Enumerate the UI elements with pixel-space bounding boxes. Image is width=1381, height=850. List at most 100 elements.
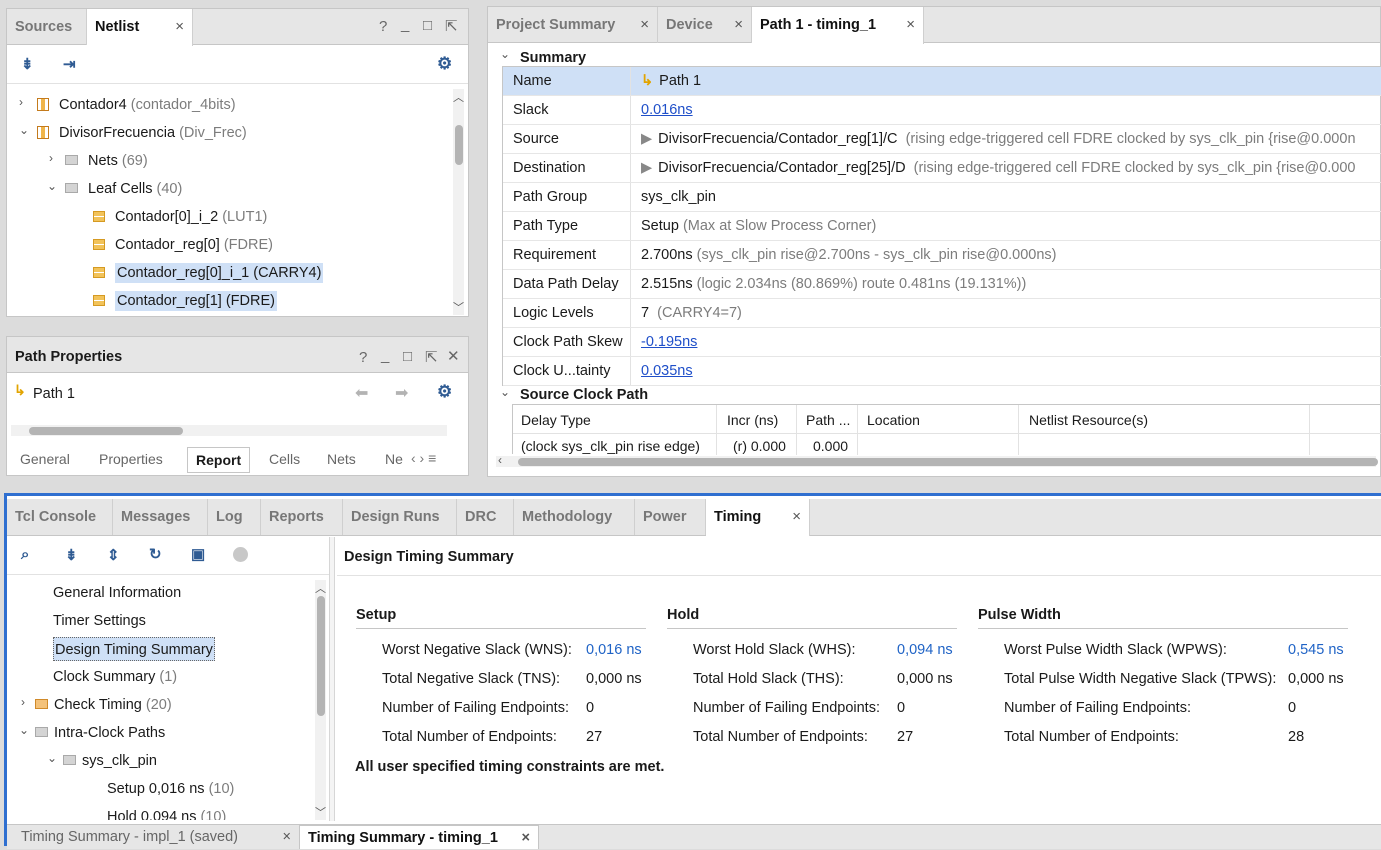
tab-timing-summary-impl[interactable]: Timing Summary - impl_1 (saved) × — [7, 825, 299, 849]
tree-item-leaf-cells[interactable]: Leaf Cells (40) — [65, 177, 182, 201]
summary-row-path-type[interactable]: Path Type Setup (Max at Slow Process Corn… — [503, 212, 1381, 241]
tree-item-check-timing[interactable]: Check Timing (20) — [35, 693, 172, 717]
tab-project-summary[interactable]: Project Summary × — [488, 7, 658, 43]
chevron-down-icon[interactable]: ﹀ — [453, 299, 464, 315]
float-icon[interactable]: ⇱ — [445, 17, 458, 35]
chevron-right-icon[interactable]: › — [19, 95, 23, 109]
chevron-down-icon[interactable]: ⌄ — [500, 385, 510, 399]
chevron-right-icon[interactable]: › — [21, 695, 25, 709]
gear-icon[interactable]: ⚙ — [437, 382, 452, 402]
tab-device[interactable]: Device × — [658, 7, 752, 43]
tree-item-setup[interactable]: Setup 0,016 ns (10) — [107, 777, 234, 801]
col-path[interactable]: Path ... — [806, 412, 850, 428]
summary-row-slack[interactable]: Slack 0.016ns — [503, 96, 1381, 125]
refresh-icon[interactable]: ↻ — [149, 545, 162, 563]
scroll-thumb[interactable] — [317, 596, 325, 716]
col-delay-type[interactable]: Delay Type — [521, 412, 591, 428]
chevron-down-icon[interactable]: ⌄ — [500, 47, 510, 61]
summary-row-name[interactable]: Name ↳ Path 1 — [503, 67, 1381, 96]
search-icon[interactable]: ⌕ — [21, 546, 29, 563]
tree-item-cell-selected[interactable]: Contador_reg[0]_i_1 (CARRY4) — [93, 261, 324, 285]
path-properties-hscroll[interactable] — [11, 425, 447, 436]
scroll-thumb[interactable] — [455, 125, 463, 165]
tab-design-runs[interactable]: Design Runs — [343, 499, 457, 535]
close-icon[interactable]: × — [906, 7, 915, 43]
setup-wns-value[interactable]: 0,016 ns — [586, 642, 642, 658]
close-icon[interactable]: × — [175, 9, 184, 45]
tab-cells[interactable]: Cells — [269, 451, 300, 467]
chevron-down-icon[interactable]: ⌄ — [19, 123, 29, 137]
col-incr[interactable]: Incr (ns) — [727, 412, 778, 428]
close-icon[interactable]: × — [640, 7, 649, 43]
tab-netlist-truncated[interactable]: Ne — [385, 451, 403, 467]
chevron-up-icon[interactable]: ︿ — [315, 580, 326, 596]
back-arrow-icon[interactable]: ⬅ — [355, 383, 368, 403]
table-row[interactable]: (clock sys_clk_pin rise edge) (r) 0.000 … — [513, 434, 1381, 454]
tab-timing-summary-timing1[interactable]: Timing Summary - timing_1 × — [299, 825, 539, 849]
summary-row-clock-uncertainty[interactable]: Clock U...tainty 0.035ns — [503, 357, 1381, 386]
tab-scroll-arrows[interactable]: ‹ › ≡ — [411, 450, 436, 466]
tab-general[interactable]: General — [20, 451, 70, 467]
summary-row-destination[interactable]: Destination ▶ DivisorFrecuencia/Contador_r… — [503, 154, 1381, 183]
minimize-icon[interactable]: _ — [401, 16, 409, 33]
close-icon[interactable]: × — [792, 499, 801, 535]
clock-uncertainty-link[interactable]: 0.035ns — [641, 357, 693, 385]
tree-item-intra-clock-paths[interactable]: Intra-Clock Paths — [35, 721, 165, 745]
help-icon[interactable]: ? — [359, 349, 367, 366]
tab-timing[interactable]: Timing × — [706, 499, 810, 536]
summary-row-clock-path-skew[interactable]: Clock Path Skew -0.195ns — [503, 328, 1381, 357]
tab-power[interactable]: Power — [635, 499, 706, 535]
tree-item-cell[interactable]: Contador[0]_i_2 (LUT1) — [93, 205, 267, 229]
tab-properties[interactable]: Properties — [99, 451, 163, 467]
tab-drc[interactable]: DRC — [457, 499, 514, 535]
close-icon[interactable]: × — [283, 825, 291, 849]
maximize-icon[interactable]: □ — [423, 17, 432, 34]
tree-item-sys-clk-pin[interactable]: sys_clk_pin — [63, 749, 157, 773]
help-icon[interactable]: ? — [379, 18, 387, 35]
summary-row-path-group[interactable]: Path Group sys_clk_pin — [503, 183, 1381, 212]
slack-link[interactable]: 0.016ns — [641, 96, 693, 124]
summary-row-data-path-delay[interactable]: Data Path Delay 2.515ns (logic 2.034ns (8… — [503, 270, 1381, 299]
tab-nets[interactable]: Nets — [327, 451, 356, 467]
chevron-down-icon[interactable]: ﹀ — [315, 804, 326, 820]
gear-icon[interactable]: ⚙ — [437, 54, 452, 74]
tree-item-cell[interactable]: Contador_reg[0] (FDRE) — [93, 233, 273, 257]
tab-reports[interactable]: Reports — [261, 499, 343, 535]
close-icon[interactable]: × — [522, 826, 530, 850]
tree-item-timer-settings[interactable]: Timer Settings — [53, 609, 146, 633]
chevron-left-icon[interactable]: ‹ — [498, 453, 502, 467]
clock-skew-link[interactable]: -0.195ns — [641, 328, 697, 356]
tab-report[interactable]: Report — [187, 447, 251, 473]
tab-netlist[interactable]: Netlist × — [87, 9, 193, 46]
close-icon[interactable]: × — [734, 7, 743, 43]
scroll-thumb[interactable] — [29, 427, 183, 435]
expand-icon[interactable]: ⇥ — [63, 55, 76, 73]
summary-row-logic-levels[interactable]: Logic Levels 7 (CARRY4=7) — [503, 299, 1381, 328]
tab-methodology[interactable]: Methodology — [514, 499, 635, 535]
col-netlist-resource[interactable]: Netlist Resource(s) — [1029, 412, 1148, 428]
chevron-down-icon[interactable]: ⌄ — [47, 751, 57, 765]
pulse-wpws-value[interactable]: 0,545 ns — [1288, 642, 1344, 658]
netlist-scrollbar[interactable]: ︿ ﹀ — [453, 89, 464, 315]
tree-item-nets[interactable]: Nets (69) — [65, 149, 148, 173]
tree-item-contador4[interactable]: Contador4 (contador_4bits) — [37, 93, 236, 117]
timing-tree-scrollbar[interactable]: ︿ ﹀ — [315, 580, 326, 820]
chevron-up-icon[interactable]: ︿ — [453, 89, 464, 105]
tree-item-hold[interactable]: Hold 0,094 ns (10) — [107, 805, 226, 820]
tab-tcl-console[interactable]: Tcl Console — [7, 499, 113, 535]
record-icon[interactable] — [233, 547, 248, 562]
maximize-icon[interactable]: □ — [403, 348, 412, 365]
splitter[interactable] — [329, 537, 335, 821]
tab-sources[interactable]: Sources — [7, 9, 87, 45]
forward-arrow-icon[interactable]: ➡ — [395, 383, 408, 403]
tab-log[interactable]: Log — [208, 499, 261, 535]
chevron-right-icon[interactable]: › — [49, 151, 53, 165]
close-icon[interactable]: ✕ — [447, 347, 460, 365]
tab-path1-timing[interactable]: Path 1 - timing_1 × — [752, 7, 924, 44]
editor-hscroll[interactable]: ‹ — [496, 453, 1378, 467]
tab-messages[interactable]: Messages — [113, 499, 208, 535]
summary-row-requirement[interactable]: Requirement 2.700ns (sys_clk_pin rise@2.7… — [503, 241, 1381, 270]
chevron-down-icon[interactable]: ⌄ — [19, 723, 29, 737]
collapse-all-icon[interactable]: ⇟ — [21, 55, 34, 73]
collapse-all-icon[interactable]: ⇟ — [65, 546, 78, 564]
